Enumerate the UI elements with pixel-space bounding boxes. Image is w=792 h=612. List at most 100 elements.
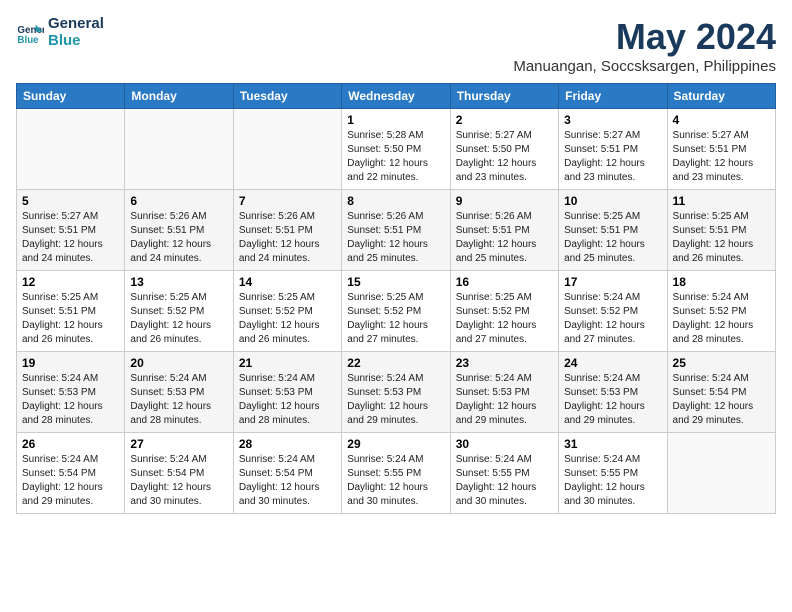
cell-content: 10 Sunrise: 5:25 AM Sunset: 5:51 PM Dayli… <box>564 194 661 266</box>
day-number: 24 <box>564 356 661 370</box>
day-number: 27 <box>130 437 227 451</box>
cell-content: 22Sunrise: 5:24 AM Sunset: 5:53 PM Dayli… <box>347 356 444 428</box>
day-info: Sunrise: 5:24 AM Sunset: 5:55 PM Dayligh… <box>564 453 661 509</box>
day-info: Sunrise: 5:24 AM Sunset: 5:53 PM Dayligh… <box>456 372 553 428</box>
svg-text:Blue: Blue <box>17 34 39 45</box>
calendar-cell: 1Sunrise: 5:28 AM Sunset: 5:50 PM Daylig… <box>342 109 450 190</box>
calendar-cell: 2Sunrise: 5:27 AM Sunset: 5:50 PM Daylig… <box>450 109 558 190</box>
day-number: 18 <box>673 275 770 289</box>
month-title: May 2024 <box>513 16 776 58</box>
calendar-cell: 29 Sunrise: 5:24 AM Sunset: 5:55 PM Dayli… <box>342 433 450 514</box>
calendar-cell: 5 Sunrise: 5:27 AM Sunset: 5:51 PM Daylig… <box>17 190 125 271</box>
day-info: Sunrise: 5:24 AM Sunset: 5:53 PM Dayligh… <box>130 372 227 428</box>
day-number: 28 <box>239 437 336 451</box>
day-info: Sunrise: 5:24 AM Sunset: 5:54 PM Dayligh… <box>239 453 336 509</box>
day-number: 1 <box>347 113 444 127</box>
calendar-cell: 13Sunrise: 5:25 AM Sunset: 5:52 PM Dayli… <box>125 271 233 352</box>
calendar-week-row: 12Sunrise: 5:25 AM Sunset: 5:51 PM Dayli… <box>17 271 776 352</box>
calendar-cell: 10 Sunrise: 5:25 AM Sunset: 5:51 PM Dayli… <box>559 190 667 271</box>
cell-content: 2Sunrise: 5:27 AM Sunset: 5:50 PM Daylig… <box>456 113 553 185</box>
cell-content: 5 Sunrise: 5:27 AM Sunset: 5:51 PM Daylig… <box>22 194 119 266</box>
day-info: Sunrise: 5:27 AM Sunset: 5:51 PM Dayligh… <box>22 210 119 266</box>
calendar-cell: 12Sunrise: 5:25 AM Sunset: 5:51 PM Dayli… <box>17 271 125 352</box>
calendar-cell: 23 Sunrise: 5:24 AM Sunset: 5:53 PM Dayli… <box>450 352 558 433</box>
cell-content: 1Sunrise: 5:28 AM Sunset: 5:50 PM Daylig… <box>347 113 444 185</box>
day-info: Sunrise: 5:24 AM Sunset: 5:53 PM Dayligh… <box>239 372 336 428</box>
cell-content: 21 Sunrise: 5:24 AM Sunset: 5:53 PM Dayli… <box>239 356 336 428</box>
day-info: Sunrise: 5:25 AM Sunset: 5:51 PM Dayligh… <box>564 210 661 266</box>
cell-content: 9 Sunrise: 5:26 AM Sunset: 5:51 PM Daylig… <box>456 194 553 266</box>
day-info: Sunrise: 5:27 AM Sunset: 5:51 PM Dayligh… <box>564 129 661 185</box>
cell-content: 19Sunrise: 5:24 AM Sunset: 5:53 PM Dayli… <box>22 356 119 428</box>
day-number: 8 <box>347 194 444 208</box>
day-number: 26 <box>22 437 119 451</box>
calendar-cell: 31 Sunrise: 5:24 AM Sunset: 5:55 PM Dayli… <box>559 433 667 514</box>
cell-content: 23 Sunrise: 5:24 AM Sunset: 5:53 PM Dayli… <box>456 356 553 428</box>
day-number: 17 <box>564 275 661 289</box>
day-info: Sunrise: 5:26 AM Sunset: 5:51 PM Dayligh… <box>239 210 336 266</box>
calendar-cell: 19Sunrise: 5:24 AM Sunset: 5:53 PM Dayli… <box>17 352 125 433</box>
weekday-header-row: SundayMondayTuesdayWednesdayThursdayFrid… <box>17 84 776 109</box>
calendar-cell <box>125 109 233 190</box>
day-info: Sunrise: 5:24 AM Sunset: 5:54 PM Dayligh… <box>130 453 227 509</box>
page-header: General Blue General Blue May 2024 Manua… <box>16 16 776 75</box>
day-number: 31 <box>564 437 661 451</box>
day-number: 5 <box>22 194 119 208</box>
calendar-week-row: 5 Sunrise: 5:27 AM Sunset: 5:51 PM Daylig… <box>17 190 776 271</box>
day-number: 10 <box>564 194 661 208</box>
day-number: 21 <box>239 356 336 370</box>
cell-content: 28 Sunrise: 5:24 AM Sunset: 5:54 PM Dayli… <box>239 437 336 509</box>
day-number: 4 <box>673 113 770 127</box>
weekday-header: Friday <box>559 84 667 109</box>
cell-content: 26 Sunrise: 5:24 AM Sunset: 5:54 PM Dayli… <box>22 437 119 509</box>
calendar-cell <box>233 109 341 190</box>
day-number: 14 <box>239 275 336 289</box>
day-info: Sunrise: 5:24 AM Sunset: 5:52 PM Dayligh… <box>673 291 770 347</box>
day-number: 9 <box>456 194 553 208</box>
cell-content: 31 Sunrise: 5:24 AM Sunset: 5:55 PM Dayli… <box>564 437 661 509</box>
day-info: Sunrise: 5:25 AM Sunset: 5:52 PM Dayligh… <box>347 291 444 347</box>
weekday-header: Tuesday <box>233 84 341 109</box>
day-number: 13 <box>130 275 227 289</box>
day-info: Sunrise: 5:24 AM Sunset: 5:55 PM Dayligh… <box>347 453 444 509</box>
day-info: Sunrise: 5:24 AM Sunset: 5:54 PM Dayligh… <box>22 453 119 509</box>
cell-content: 13Sunrise: 5:25 AM Sunset: 5:52 PM Dayli… <box>130 275 227 347</box>
calendar-cell: 25Sunrise: 5:24 AM Sunset: 5:54 PM Dayli… <box>667 352 775 433</box>
logo-icon: General Blue <box>16 19 44 47</box>
day-number: 12 <box>22 275 119 289</box>
calendar-cell: 8Sunrise: 5:26 AM Sunset: 5:51 PM Daylig… <box>342 190 450 271</box>
day-number: 16 <box>456 275 553 289</box>
cell-content: 20 Sunrise: 5:24 AM Sunset: 5:53 PM Dayli… <box>130 356 227 428</box>
day-number: 11 <box>673 194 770 208</box>
day-info: Sunrise: 5:24 AM Sunset: 5:55 PM Dayligh… <box>456 453 553 509</box>
day-number: 2 <box>456 113 553 127</box>
day-info: Sunrise: 5:24 AM Sunset: 5:53 PM Dayligh… <box>347 372 444 428</box>
day-number: 29 <box>347 437 444 451</box>
calendar-cell: 18 Sunrise: 5:24 AM Sunset: 5:52 PM Dayli… <box>667 271 775 352</box>
logo-text-blue: Blue <box>48 33 104 50</box>
weekday-header: Sunday <box>17 84 125 109</box>
logo-text-general: General <box>48 16 104 33</box>
logo: General Blue General Blue <box>16 16 104 49</box>
day-number: 20 <box>130 356 227 370</box>
calendar-cell: 20 Sunrise: 5:24 AM Sunset: 5:53 PM Dayli… <box>125 352 233 433</box>
cell-content: 30Sunrise: 5:24 AM Sunset: 5:55 PM Dayli… <box>456 437 553 509</box>
day-info: Sunrise: 5:26 AM Sunset: 5:51 PM Dayligh… <box>456 210 553 266</box>
weekday-header: Wednesday <box>342 84 450 109</box>
calendar-week-row: 19Sunrise: 5:24 AM Sunset: 5:53 PM Dayli… <box>17 352 776 433</box>
calendar-cell: 16 Sunrise: 5:25 AM Sunset: 5:52 PM Dayli… <box>450 271 558 352</box>
day-number: 25 <box>673 356 770 370</box>
weekday-header: Thursday <box>450 84 558 109</box>
cell-content: 16 Sunrise: 5:25 AM Sunset: 5:52 PM Dayli… <box>456 275 553 347</box>
day-info: Sunrise: 5:25 AM Sunset: 5:52 PM Dayligh… <box>456 291 553 347</box>
calendar-cell: 27 Sunrise: 5:24 AM Sunset: 5:54 PM Dayli… <box>125 433 233 514</box>
calendar-cell: 28 Sunrise: 5:24 AM Sunset: 5:54 PM Dayli… <box>233 433 341 514</box>
weekday-header: Monday <box>125 84 233 109</box>
day-number: 23 <box>456 356 553 370</box>
calendar-cell: 30Sunrise: 5:24 AM Sunset: 5:55 PM Dayli… <box>450 433 558 514</box>
cell-content: 17Sunrise: 5:24 AM Sunset: 5:52 PM Dayli… <box>564 275 661 347</box>
calendar-cell <box>17 109 125 190</box>
cell-content: 6Sunrise: 5:26 AM Sunset: 5:51 PM Daylig… <box>130 194 227 266</box>
calendar-cell <box>667 433 775 514</box>
cell-content: 4Sunrise: 5:27 AM Sunset: 5:51 PM Daylig… <box>673 113 770 185</box>
